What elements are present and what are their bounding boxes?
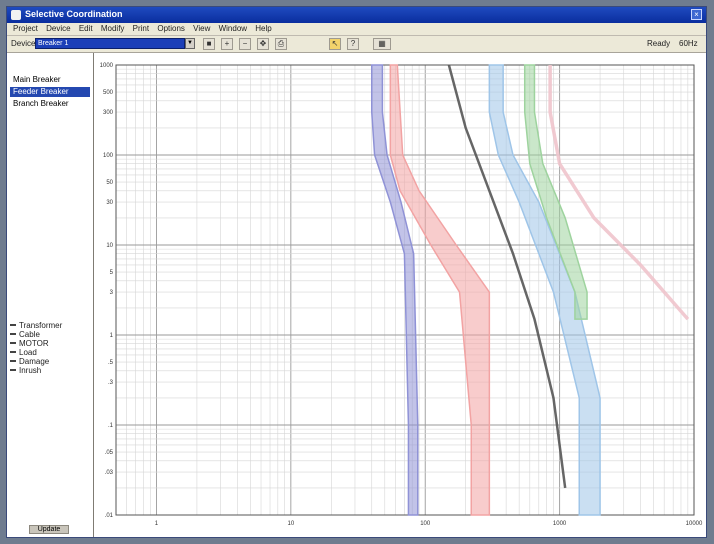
- print-icon[interactable]: ⎙: [275, 38, 287, 50]
- x-tick-label: 10000: [686, 521, 703, 527]
- device-list-panel: Main Breaker Feeder Breaker Branch Break…: [7, 53, 94, 537]
- menu-item-help[interactable]: Help: [255, 23, 271, 35]
- y-tick-label: 50: [106, 180, 113, 186]
- save-icon[interactable]: ■: [203, 38, 215, 50]
- legend-item[interactable]: Damage: [10, 357, 90, 366]
- y-tick-label: .1: [108, 423, 114, 429]
- toolbar: Device Breaker 1 ▼ ■ + − ✥ ⎙ ↖ ? ▦ Ready…: [7, 36, 706, 53]
- menu-item-options[interactable]: Options: [157, 23, 185, 35]
- title-bar: Selective Coordination ×: [7, 7, 706, 23]
- y-tick-label: 5: [110, 270, 114, 276]
- tcc-chart[interactable]: 1000 500 300 100 50 30 10 5 3 1 .5 .3 .1 .05 .03 .01 1 10…: [94, 53, 706, 537]
- menu-item-print[interactable]: Print: [133, 23, 149, 35]
- list-item[interactable]: Feeder Breaker: [10, 87, 90, 97]
- x-tick-label: 100: [420, 521, 431, 527]
- x-tick-label: 1: [155, 521, 159, 527]
- legend-label: Transformer: [19, 321, 63, 330]
- menu-item-project[interactable]: Project: [13, 23, 38, 35]
- frequency-text: 60Hz: [679, 39, 698, 48]
- y-tick-label: .5: [108, 360, 114, 366]
- menu-bar: Project Device Edit Modify Print Options…: [7, 23, 706, 36]
- y-tick-label: .01: [105, 513, 114, 519]
- y-tick-label: 1000: [100, 63, 114, 69]
- menu-item-edit[interactable]: Edit: [79, 23, 93, 35]
- menu-item-device[interactable]: Device: [46, 23, 70, 35]
- close-icon[interactable]: ×: [691, 9, 702, 20]
- chevron-down-icon[interactable]: ▼: [185, 38, 195, 49]
- legend-swatch: [10, 360, 16, 363]
- update-button[interactable]: Update: [29, 525, 69, 534]
- zoom-out-icon[interactable]: −: [239, 38, 251, 50]
- legend-item[interactable]: Inrush: [10, 366, 90, 375]
- legend-item[interactable]: Transformer: [10, 321, 90, 330]
- legend-label: Cable: [19, 330, 40, 339]
- x-tick-label: 1000: [553, 521, 567, 527]
- legend-swatch: [10, 324, 16, 327]
- y-tick-label: .03: [105, 470, 114, 476]
- x-tick-label: 10: [287, 521, 294, 527]
- cursor-icon[interactable]: ↖: [329, 38, 341, 50]
- y-tick-label: 100: [103, 153, 114, 159]
- pan-icon[interactable]: ✥: [257, 38, 269, 50]
- list-item[interactable]: Main Breaker: [10, 75, 90, 85]
- list-item[interactable]: Branch Breaker: [10, 99, 90, 109]
- legend-item[interactable]: Cable: [10, 330, 90, 339]
- menu-item-view[interactable]: View: [193, 23, 210, 35]
- window-title: Selective Coordination: [25, 9, 123, 19]
- tcc-chart-area[interactable]: 1000 500 300 100 50 30 10 5 3 1 .5 .3 .1 .05 .03 .01 1 10…: [94, 53, 706, 537]
- legend: Transformer Cable MOTOR Load Damage Inru…: [10, 321, 90, 375]
- device-label: Device: [11, 39, 36, 48]
- y-tick-label: 1: [110, 333, 114, 339]
- y-tick-label: 30: [106, 200, 113, 206]
- legend-label: Load: [19, 348, 37, 357]
- legend-label: Inrush: [19, 366, 42, 375]
- status-text: Ready: [647, 39, 671, 48]
- legend-item[interactable]: Load: [10, 348, 90, 357]
- device-select[interactable]: Breaker 1: [35, 38, 185, 49]
- menu-item-modify[interactable]: Modify: [101, 23, 125, 35]
- menu-item-window[interactable]: Window: [219, 23, 247, 35]
- y-tick-label: 3: [110, 290, 114, 296]
- help-icon[interactable]: ?: [347, 38, 359, 50]
- legend-label: Damage: [19, 357, 50, 366]
- y-tick-label: .3: [108, 380, 114, 386]
- legend-swatch: [10, 351, 16, 354]
- legend-swatch: [10, 333, 16, 336]
- legend-swatch: [10, 342, 16, 345]
- grid-icon[interactable]: ▦: [373, 38, 391, 50]
- zoom-in-icon[interactable]: +: [221, 38, 233, 50]
- application-window: Selective Coordination × Project Device …: [6, 6, 707, 538]
- legend-swatch: [10, 369, 16, 372]
- legend-item[interactable]: MOTOR: [10, 339, 90, 348]
- y-tick-label: 500: [103, 90, 114, 96]
- y-tick-label: 10: [106, 243, 113, 249]
- legend-label: MOTOR: [19, 339, 49, 348]
- y-tick-label: 300: [103, 110, 114, 116]
- y-tick-label: .05: [105, 450, 114, 456]
- app-icon: [11, 10, 21, 20]
